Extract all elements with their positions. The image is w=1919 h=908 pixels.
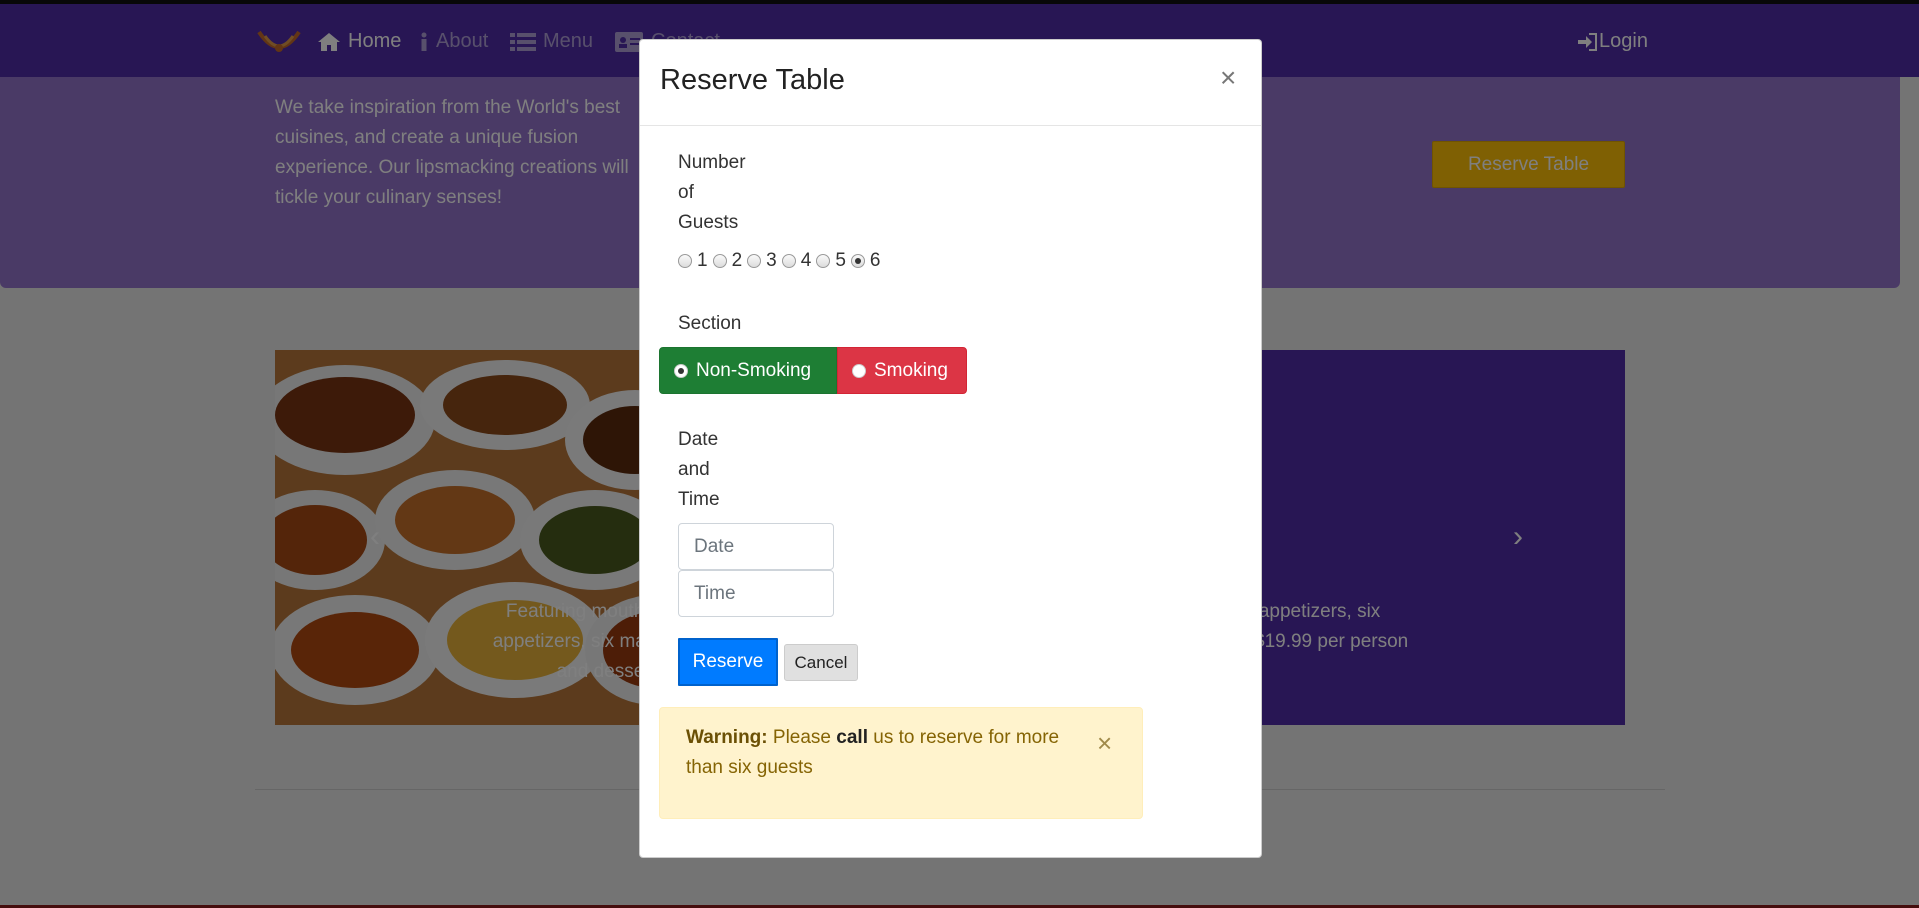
guests-label-line-3: Guests <box>678 212 739 233</box>
guests-option-4[interactable]: 4 <box>781 250 811 272</box>
section-label: Section <box>678 313 742 334</box>
date-input[interactable]: Date <box>678 523 834 570</box>
warning-alert-text: Warning: Please call us to reserve for m… <box>686 723 1066 783</box>
warning-strong: Warning: <box>686 727 768 748</box>
modal-close-button[interactable]: × <box>1220 62 1236 94</box>
radio-checked-icon[interactable] <box>674 363 688 378</box>
time-input[interactable]: Time <box>678 570 834 617</box>
reserve-button[interactable]: Reserve <box>678 638 778 686</box>
radio-icon[interactable] <box>678 254 692 268</box>
datetime-label-line-2: and <box>678 459 710 480</box>
radio-icon[interactable] <box>712 254 727 268</box>
section-toggle-group: Non-Smoking Smoking <box>659 347 967 394</box>
guests-option-2[interactable]: 2 <box>712 250 742 272</box>
datetime-label-line-1: Date <box>678 429 719 450</box>
guests-option-3[interactable]: 3 <box>747 250 777 272</box>
non-smoking-toggle[interactable]: Non-Smoking <box>659 347 837 394</box>
guests-label-line-1: Number <box>678 152 746 173</box>
datetime-label-line-3: Time <box>678 489 720 510</box>
modal-title: Reserve Table <box>660 64 845 96</box>
guests-label-line-2: of <box>678 182 694 203</box>
radio-icon[interactable] <box>747 254 762 268</box>
radio-icon[interactable] <box>852 363 866 378</box>
modal-header: Reserve Table × <box>640 40 1261 126</box>
smoking-toggle[interactable]: Smoking <box>837 347 967 394</box>
warning-pre: Please <box>772 727 832 748</box>
warning-alert: Warning: Please call us to reserve for m… <box>659 707 1143 819</box>
alert-close-button[interactable]: × <box>1097 728 1112 759</box>
radio-checked-icon[interactable] <box>850 254 865 268</box>
guests-option-6[interactable]: 6 <box>850 250 880 272</box>
reserve-table-modal: Reserve Table × Number of Guests 1 2 3 4… <box>639 39 1262 858</box>
guests-option-5[interactable]: 5 <box>816 250 846 272</box>
warning-call: call <box>836 727 868 748</box>
cancel-button[interactable]: Cancel <box>784 644 858 681</box>
radio-icon[interactable] <box>781 254 796 268</box>
radio-icon[interactable] <box>816 254 831 268</box>
guests-option-1[interactable]: 1 <box>678 250 708 272</box>
guests-radio-group: 1 2 3 4 5 6 <box>678 250 885 272</box>
